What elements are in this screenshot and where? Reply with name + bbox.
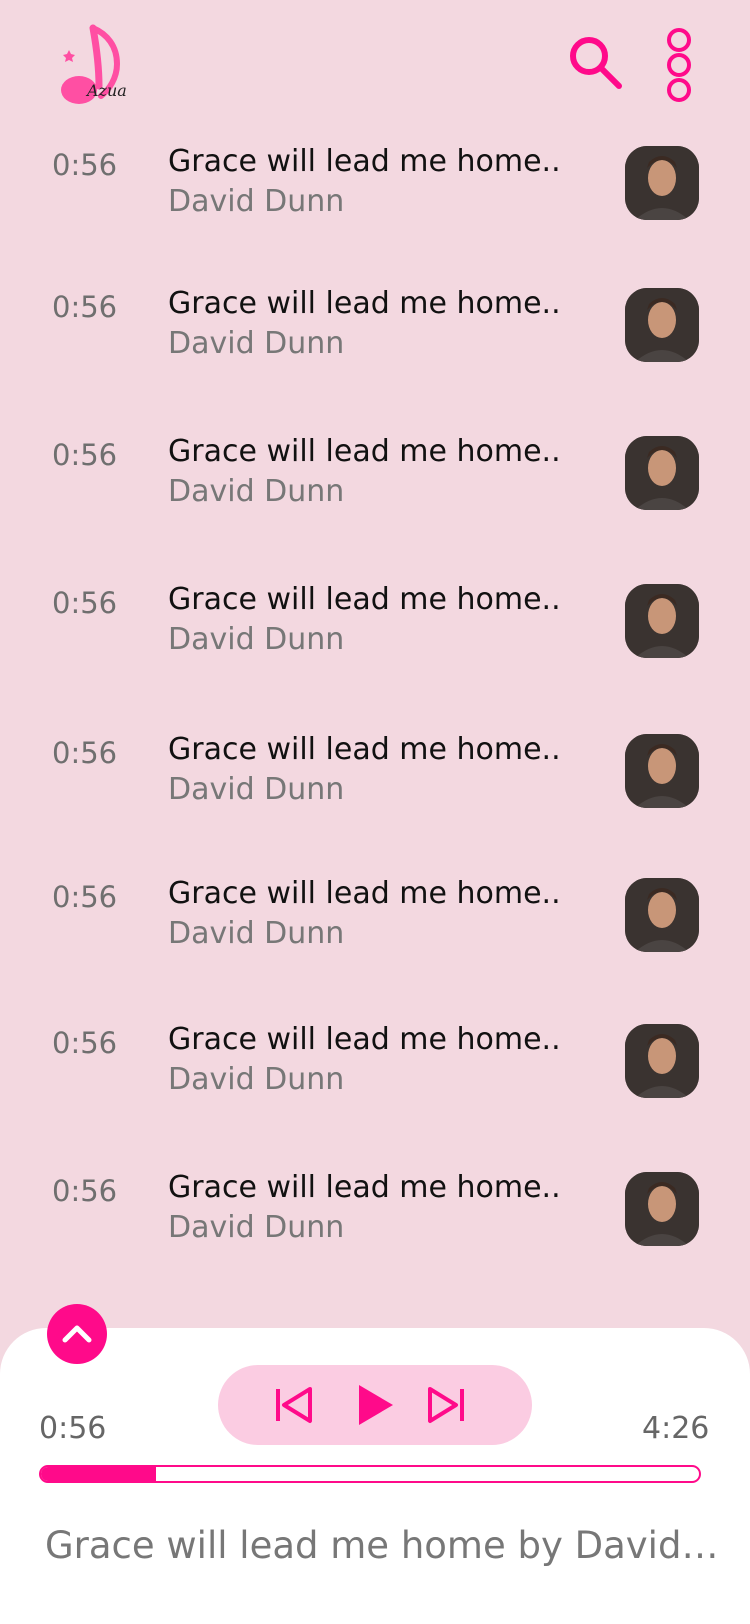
list-item[interactable]: 0:56 Grace will lead me home.. David Dun… (0, 428, 750, 548)
track-title: Grace will lead me home.. (168, 434, 561, 469)
track-title: Grace will lead me home.. (168, 582, 561, 617)
track-duration: 0:56 (52, 290, 118, 324)
logo-wordmark: Azua (85, 81, 127, 100)
track-title: Grace will lead me home.. (168, 732, 561, 767)
track-artist: David Dunn (168, 474, 345, 509)
list-item[interactable]: 0:56 Grace will lead me home.. David Dun… (0, 576, 750, 696)
track-title: Grace will lead me home.. (168, 144, 561, 179)
skip-next-icon[interactable] (422, 1381, 470, 1429)
list-item[interactable]: 0:56 Grace will lead me home.. David Dun… (0, 1164, 750, 1284)
skip-previous-icon[interactable] (270, 1381, 318, 1429)
artist-avatar (625, 146, 699, 220)
artist-avatar (625, 1024, 699, 1098)
list-item[interactable]: 0:56 Grace will lead me home.. David Dun… (0, 1016, 750, 1136)
track-artist: David Dunn (168, 184, 345, 219)
track-artist: David Dunn (168, 916, 345, 951)
list-item[interactable]: 0:56 Grace will lead me home.. David Dun… (0, 280, 750, 400)
track-title: Grace will lead me home.. (168, 1170, 561, 1205)
track-artist: David Dunn (168, 622, 345, 657)
artist-avatar (625, 878, 699, 952)
artist-avatar (625, 436, 699, 510)
more-vertical-icon[interactable] (662, 26, 696, 106)
artist-avatar (625, 288, 699, 362)
current-time: 0:56 (39, 1411, 107, 1446)
app-header: Azua (0, 0, 750, 130)
app-logo: Azua (55, 20, 135, 115)
track-duration: 0:56 (52, 880, 118, 914)
track-artist: David Dunn (168, 1062, 345, 1097)
artist-avatar (625, 584, 699, 658)
progress-fill (41, 1467, 157, 1481)
total-time: 4:26 (642, 1411, 710, 1446)
track-artist: David Dunn (168, 1210, 345, 1245)
list-item[interactable]: 0:56 Grace will lead me home.. David Dun… (0, 138, 750, 258)
playback-controls (218, 1365, 532, 1445)
track-duration: 0:56 (52, 1174, 118, 1208)
artist-avatar (625, 734, 699, 808)
track-title: Grace will lead me home.. (168, 286, 561, 321)
track-duration: 0:56 (52, 1026, 118, 1060)
play-icon[interactable] (351, 1381, 399, 1429)
expand-player-button[interactable] (47, 1304, 107, 1364)
track-duration: 0:56 (52, 438, 118, 472)
search-icon[interactable] (565, 32, 625, 92)
track-artist: David Dunn (168, 326, 345, 361)
track-duration: 0:56 (52, 736, 118, 770)
chevron-up-icon (62, 1325, 92, 1343)
artist-avatar (625, 1172, 699, 1246)
track-title: Grace will lead me home.. (168, 1022, 561, 1057)
track-duration: 0:56 (52, 148, 118, 182)
track-duration: 0:56 (52, 586, 118, 620)
track-artist: David Dunn (168, 772, 345, 807)
now-playing-title: Grace will lead me home by David Dunn (45, 1524, 725, 1567)
list-item[interactable]: 0:56 Grace will lead me home.. David Dun… (0, 726, 750, 846)
list-item[interactable]: 0:56 Grace will lead me home.. David Dun… (0, 870, 750, 990)
progress-bar[interactable] (39, 1465, 701, 1483)
track-title: Grace will lead me home.. (168, 876, 561, 911)
